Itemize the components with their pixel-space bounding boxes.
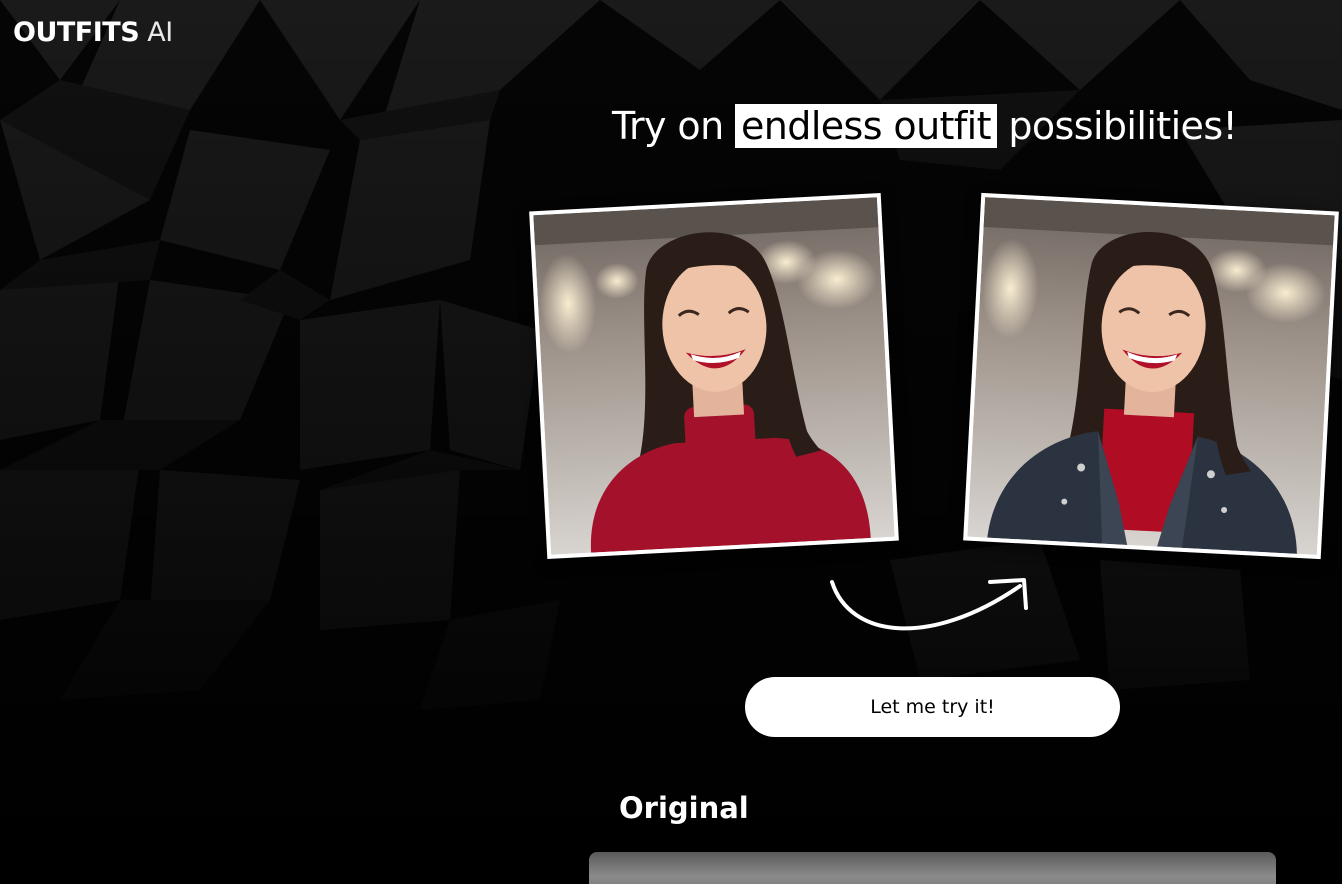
page: OUTFITS AI Try on endless outfit possibi…	[0, 0, 1342, 884]
headline-after: possibilities!	[996, 104, 1238, 148]
hero-headline: Try on endless outfit possibilities!	[612, 100, 1238, 152]
logo[interactable]: OUTFITS AI	[13, 14, 173, 52]
original-image-preview[interactable]	[589, 852, 1276, 884]
original-section-title: Original	[619, 791, 749, 825]
woman-leather-jacket-image	[967, 197, 1335, 555]
woman-red-turtleneck-image	[533, 197, 895, 555]
curved-arrow-icon	[830, 578, 1028, 631]
try-it-button[interactable]: Let me try it!	[745, 677, 1120, 737]
logo-light-text: AI	[147, 17, 173, 48]
headline-highlight: endless outfit	[735, 104, 997, 148]
logo-strong-text: OUTFITS	[13, 17, 140, 48]
headline-before: Try on	[612, 104, 736, 148]
example-photo-before	[529, 193, 899, 559]
example-photo-after	[963, 192, 1339, 560]
